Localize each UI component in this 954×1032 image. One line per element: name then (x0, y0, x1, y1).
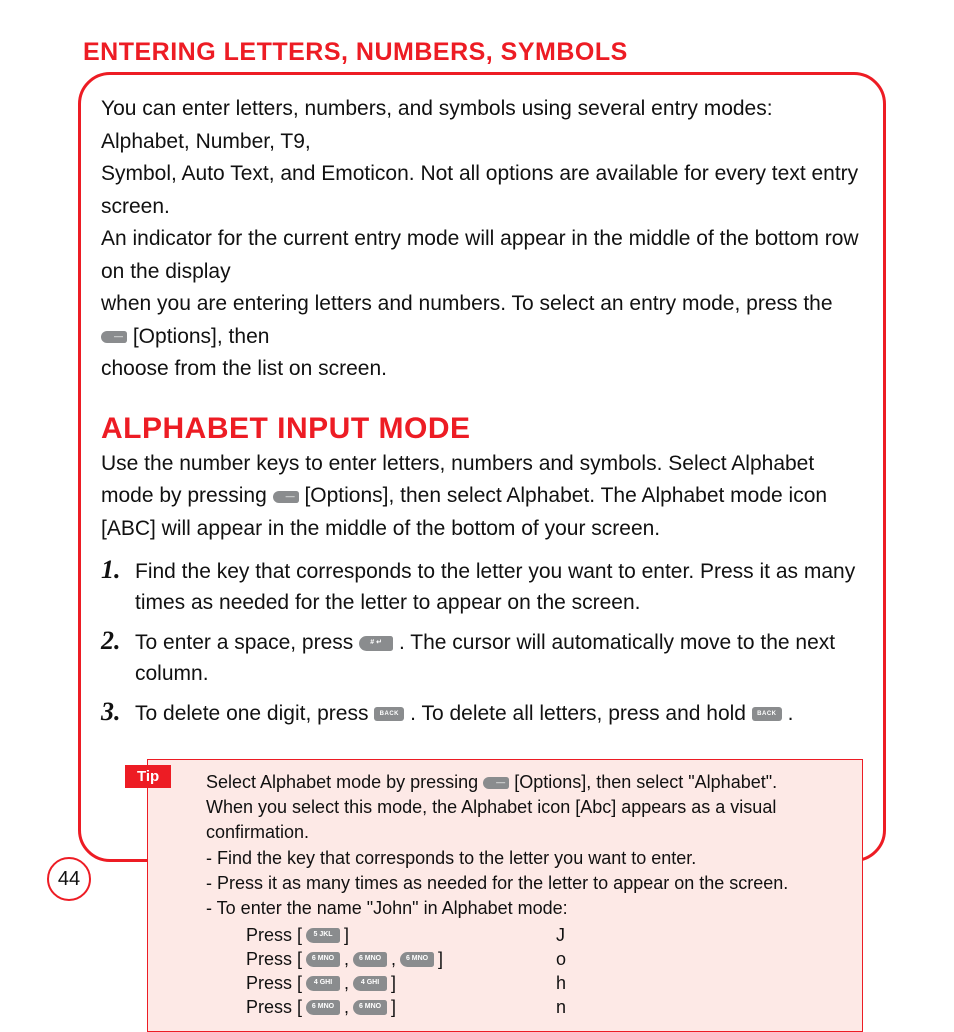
keypress-row: Press [ 5 JKL ] J (246, 923, 852, 947)
page-number: 44 (47, 857, 91, 901)
step-text: . To delete all letters, press and hold (410, 702, 752, 725)
tip-line: - Find the key that corresponds to the l… (206, 846, 852, 871)
separator: , (344, 995, 349, 1020)
options-softkey-icon (273, 491, 299, 503)
intro-line: when you are entering letters and number… (101, 288, 863, 353)
keypress-output: n (556, 995, 566, 1020)
tip-line: - To enter the name "John" in Alphabet m… (206, 896, 852, 921)
tip-text: [Options], then select "Alphabet". (514, 772, 777, 792)
step-item: 2. To enter a space, press # ↵ . The cur… (101, 627, 863, 690)
back-key-icon: BACK (752, 707, 782, 721)
options-softkey-icon (101, 331, 127, 343)
tip-line: - Press it as many times as needed for t… (206, 871, 852, 896)
intro-line: An indicator for the current entry mode … (101, 223, 863, 288)
steps-list: 1. Find the key that corresponds to the … (101, 556, 863, 730)
options-softkey-icon (483, 777, 509, 789)
step-number: 2. (101, 627, 135, 656)
step-body: To delete one digit, press BACK . To del… (135, 698, 863, 730)
keypress-row: Press [ 6 MNO , 6 MNO ] n (246, 995, 852, 1019)
keypress-row: Press [ 4 GHI , 4 GHI ] h (246, 971, 852, 995)
press-label: Press [ (246, 947, 302, 972)
numpad-key-icon: 4 GHI (306, 976, 340, 991)
tip-box: Select Alphabet mode by pressing [Option… (147, 759, 863, 1032)
numpad-key-icon: 6 MNO (353, 1000, 387, 1015)
intro-paragraph: You can enter letters, numbers, and symb… (101, 93, 863, 386)
step-body: Find the key that corresponds to the let… (135, 556, 863, 619)
separator: , (344, 947, 349, 972)
step-text: To enter a space, press (135, 631, 359, 654)
page-title: ENTERING LETTERS, NUMBERS, SYMBOLS (83, 38, 628, 67)
keypress-sequence: Press [ 5 JKL ] (246, 923, 556, 948)
keypress-sequence: Press [6 MNO , 6 MNO , 6 MNO ] (246, 947, 556, 972)
press-label: Press [ (246, 971, 302, 996)
separator: , (391, 947, 396, 972)
keypress-output: h (556, 971, 566, 996)
intro-line: choose from the list on screen. (101, 353, 863, 386)
press-close: ] (344, 923, 349, 948)
step-number: 1. (101, 556, 135, 585)
press-label: Press [ (246, 923, 302, 948)
keypress-output: J (556, 923, 565, 948)
press-close: ] (391, 971, 396, 996)
intro-line: You can enter letters, numbers, and symb… (101, 93, 863, 158)
tip-line: When you select this mode, the Alphabet … (206, 795, 852, 845)
press-close: ] (438, 947, 443, 972)
step-body: To enter a space, press # ↵ . The cursor… (135, 627, 863, 690)
keypress-output: o (556, 947, 566, 972)
step-text: . (788, 702, 794, 725)
tip-text: Select Alphabet mode by pressing (206, 772, 483, 792)
step-number: 3. (101, 698, 135, 727)
step-line: for the letter to appear on the screen. (295, 591, 641, 614)
tip-label: Tip (125, 765, 171, 788)
content-frame: You can enter letters, numbers, and symb… (78, 72, 886, 862)
step-text: To delete one digit, press (135, 702, 374, 725)
step-item: 1. Find the key that corresponds to the … (101, 556, 863, 619)
numpad-key-icon: 6 MNO (306, 1000, 340, 1015)
tip-callout: Tip Select Alphabet mode by pressing [Op… (147, 759, 863, 1032)
back-key-icon: BACK (374, 707, 404, 721)
keypress-sequence: Press [ 4 GHI , 4 GHI ] (246, 971, 556, 996)
numpad-key-icon: 5 JKL (306, 928, 340, 943)
intro-text: when you are entering letters and number… (101, 292, 833, 315)
intro-line: Symbol, Auto Text, and Emoticon. Not all… (101, 158, 863, 223)
section-heading: ALPHABET INPUT MODE (101, 412, 863, 446)
numpad-key-icon: 4 GHI (353, 976, 387, 991)
separator: , (344, 971, 349, 996)
keypress-sequence: Press [ 6 MNO , 6 MNO ] (246, 995, 556, 1020)
alpha-intro-paragraph: Use the number keys to enter letters, nu… (101, 448, 863, 546)
pound-key-icon: # ↵ (359, 636, 393, 651)
keypress-row: Press [6 MNO , 6 MNO , 6 MNO ]o (246, 947, 852, 971)
para-line: bottom of your screen. (451, 517, 660, 540)
press-label: Press [ (246, 995, 302, 1020)
tip-line: Select Alphabet mode by pressing [Option… (206, 770, 852, 795)
step-item: 3. To delete one digit, press BACK . To … (101, 698, 863, 730)
press-close: ] (391, 995, 396, 1020)
keypress-example: Press [ 5 JKL ] JPress [6 MNO , 6 MNO , 6 … (206, 923, 852, 1019)
intro-text: [Options], then (133, 325, 270, 348)
